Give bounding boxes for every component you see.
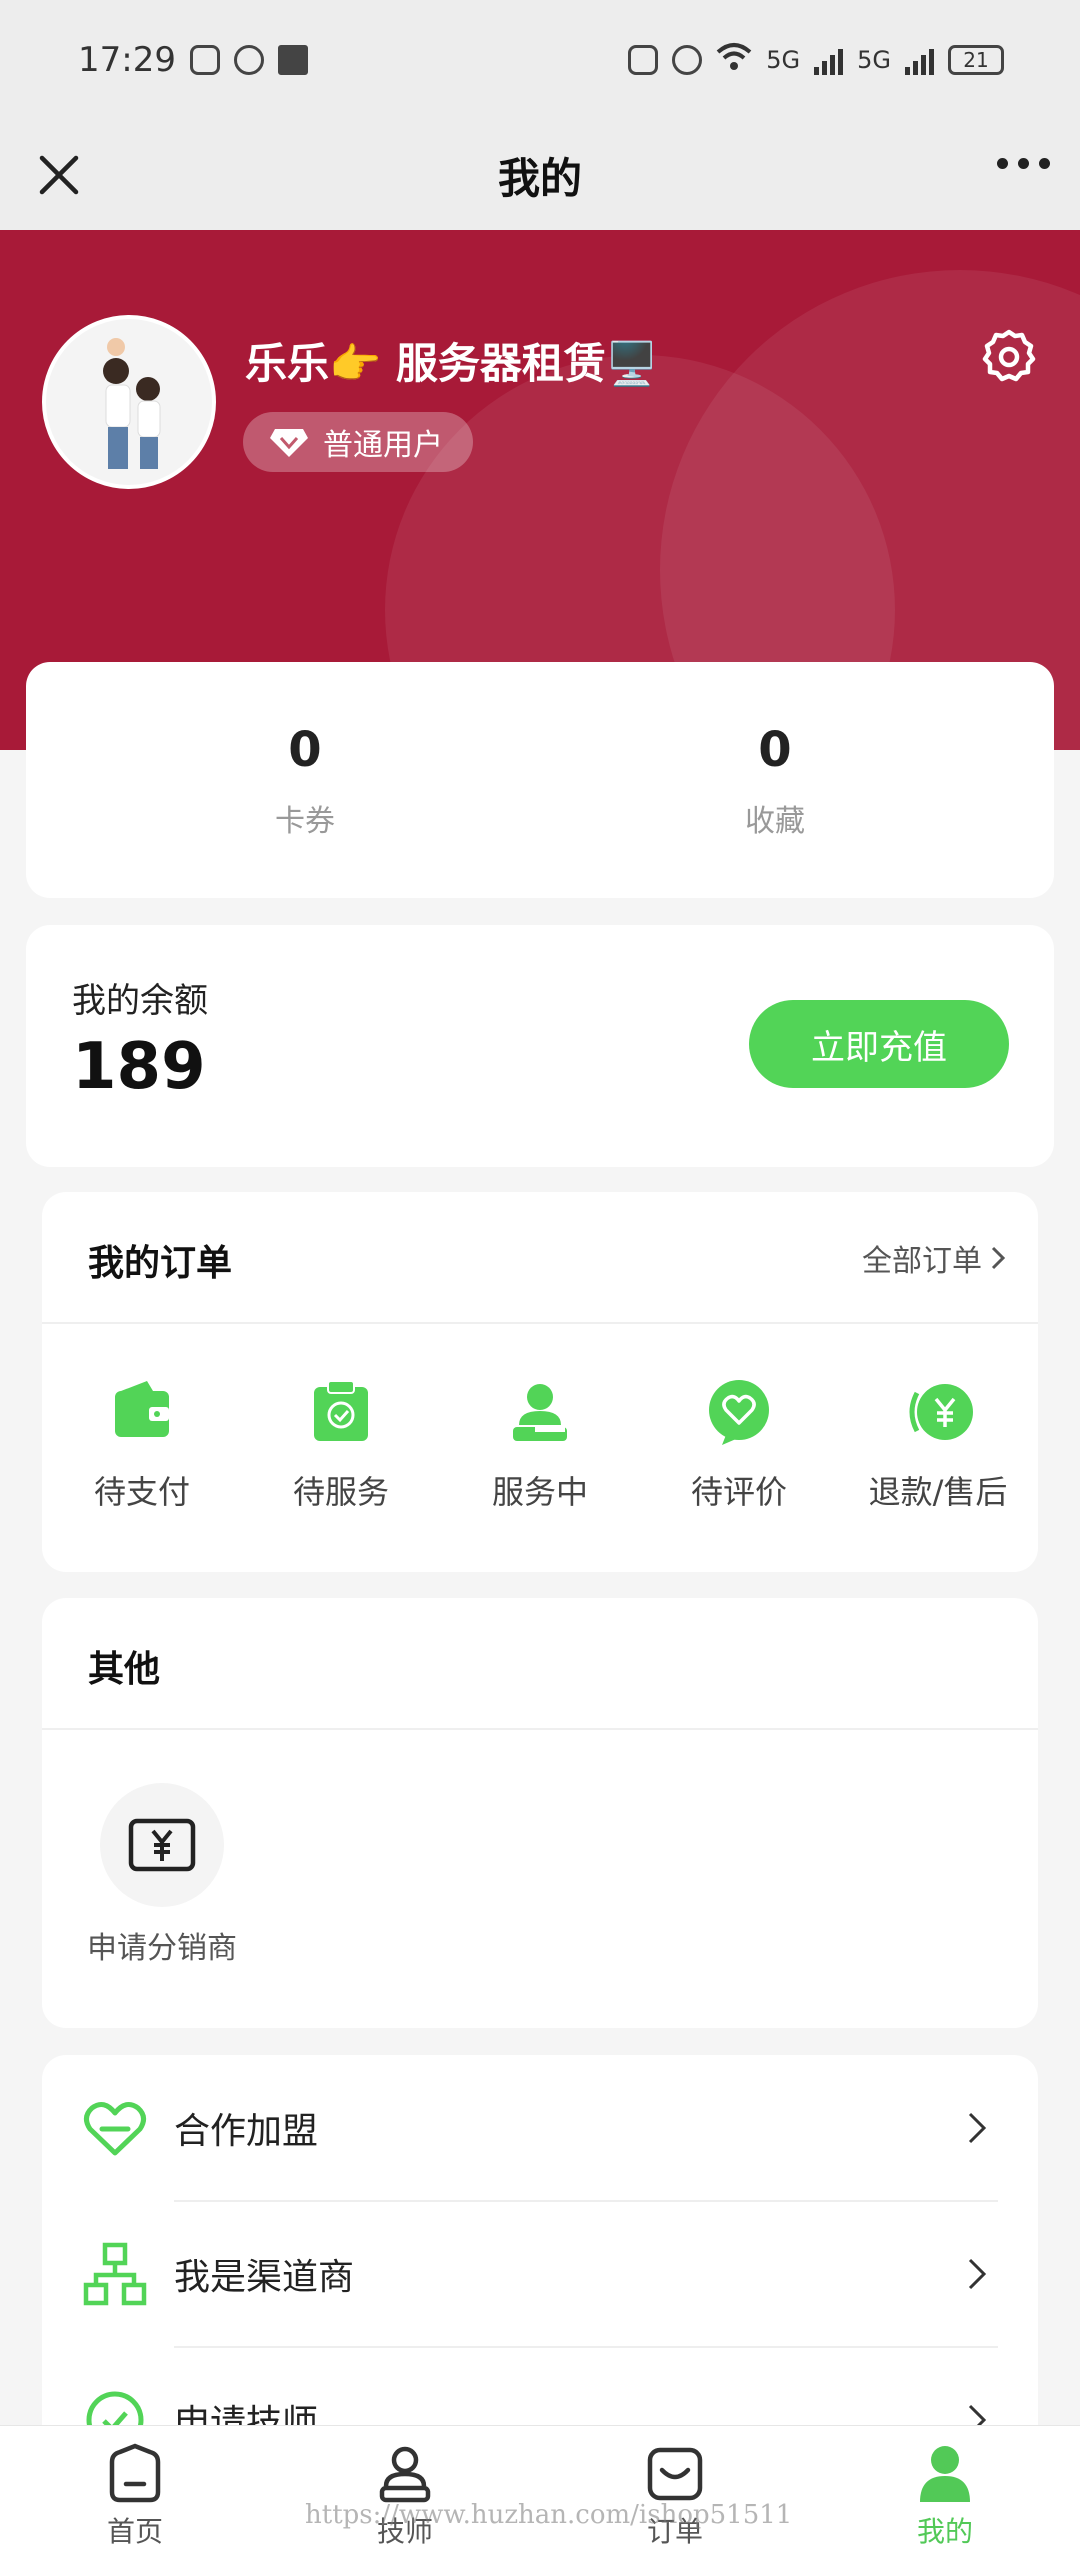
home-icon bbox=[109, 2443, 161, 2503]
divider bbox=[42, 1322, 1038, 1324]
diamond-icon bbox=[270, 429, 308, 457]
recharge-button[interactable]: 立即充值 bbox=[749, 1000, 1009, 1088]
network-type-1: 5G bbox=[766, 46, 801, 74]
user-name: 乐乐👉 服务器租赁🖥️ bbox=[245, 339, 659, 388]
refund-icon bbox=[909, 1384, 973, 1440]
clipboard-check-icon bbox=[314, 1380, 368, 1441]
mail-icon bbox=[277, 45, 308, 75]
order-status-pending-service[interactable]: 待服务 bbox=[241, 1377, 441, 1513]
tab-mine[interactable]: 我的 bbox=[875, 2442, 1015, 2550]
org-chart-icon bbox=[83, 2242, 147, 2306]
others-title: 其他 bbox=[88, 1649, 161, 1690]
coupon-stat[interactable]: 0 卡券 bbox=[205, 722, 405, 840]
balance-card: 我的余额 189 立即充值 bbox=[26, 925, 1054, 1167]
signal-icon-1 bbox=[814, 45, 844, 75]
chevron-right-icon bbox=[991, 1246, 1006, 1270]
order-status-pending-review[interactable]: 待评价 bbox=[639, 1377, 839, 1513]
menu-item-label: 我是渠道商 bbox=[174, 2257, 355, 2298]
battery-icon: 21 bbox=[948, 45, 1004, 75]
order-status-label: 待支付 bbox=[93, 1473, 190, 1511]
balance-value: 189 bbox=[72, 1030, 206, 1104]
close-icon[interactable] bbox=[30, 146, 88, 204]
others-card: 其他 申请分销商 bbox=[42, 1598, 1038, 2028]
icon-wrapper bbox=[100, 1783, 224, 1907]
member-level-badge: 普通用户 bbox=[243, 412, 473, 472]
nav-bar: 我的 bbox=[0, 120, 1080, 230]
coupon-label: 卡券 bbox=[275, 804, 335, 839]
hand-icon bbox=[189, 45, 220, 75]
order-status-in-service[interactable]: 服务中 bbox=[440, 1377, 640, 1513]
tab-label: 首页 bbox=[106, 2515, 163, 2548]
order-status-label: 退款/售后 bbox=[868, 1473, 1008, 1511]
stats-card: 0 卡券 0 收藏 bbox=[26, 662, 1054, 898]
more-icon[interactable] bbox=[997, 158, 1050, 169]
favorite-label: 收藏 bbox=[745, 804, 805, 839]
alarm-icon bbox=[672, 45, 703, 75]
status-time: 17:29 bbox=[78, 40, 176, 80]
status-left: 17:29 bbox=[78, 40, 308, 80]
tab-label: 技师 bbox=[376, 2515, 433, 2548]
member-level-label: 普通用户 bbox=[323, 428, 443, 463]
heart-chat-icon bbox=[709, 1380, 769, 1445]
yuan-box-icon bbox=[128, 1818, 196, 1872]
order-status-label: 服务中 bbox=[491, 1473, 588, 1511]
avatar-image bbox=[46, 319, 212, 485]
tab-home[interactable]: 首页 bbox=[65, 2442, 205, 2550]
person-service-icon bbox=[513, 1384, 567, 1441]
status-right: 5G 5G 21 bbox=[628, 42, 1004, 78]
page-title: 我的 bbox=[497, 153, 582, 203]
chevron-right-icon bbox=[968, 2112, 987, 2144]
balance-label: 我的余额 bbox=[72, 981, 208, 1021]
all-orders-link[interactable]: 全部订单 bbox=[862, 1236, 1008, 1280]
nfc-icon bbox=[628, 45, 659, 75]
order-status-label: 待评价 bbox=[690, 1473, 787, 1511]
orders-card: 我的订单 全部订单 待支付 待服务 服务中 待评价 退款/售后 bbox=[42, 1192, 1038, 1572]
chat-bubble-icon bbox=[233, 45, 264, 75]
tab-orders[interactable]: 订单 bbox=[605, 2442, 745, 2550]
chevron-right-icon bbox=[968, 2258, 987, 2290]
order-status-refund[interactable]: 退款/售后 bbox=[838, 1377, 1038, 1513]
menu-item-label: 合作加盟 bbox=[174, 2111, 319, 2152]
wallet-icon bbox=[115, 1381, 169, 1437]
tab-technician[interactable]: 技师 bbox=[335, 2442, 475, 2550]
network-type-2: 5G bbox=[857, 46, 891, 74]
wifi-icon bbox=[716, 42, 752, 78]
all-orders-label: 全部订单 bbox=[862, 1244, 982, 1279]
avatar[interactable] bbox=[42, 315, 216, 489]
heart-icon bbox=[84, 2101, 146, 2156]
technician-icon bbox=[379, 2446, 431, 2503]
favorite-stat[interactable]: 0 收藏 bbox=[675, 722, 875, 840]
order-bag-icon bbox=[647, 2447, 703, 2501]
signal-icon-2 bbox=[905, 45, 934, 75]
settings-icon[interactable] bbox=[980, 328, 1038, 386]
favorite-count: 0 bbox=[758, 722, 792, 778]
order-status-label: 待服务 bbox=[292, 1473, 389, 1511]
coupon-count: 0 bbox=[288, 722, 322, 778]
order-status-pending-payment[interactable]: 待支付 bbox=[42, 1377, 242, 1513]
battery-level: 21 bbox=[963, 48, 989, 72]
user-icon bbox=[920, 2446, 970, 2502]
tab-bar: 首页 技师 订单 我的 bbox=[0, 2425, 1080, 2560]
apply-distributor-item[interactable]: 申请分销商 bbox=[62, 1783, 262, 1967]
tab-label: 订单 bbox=[646, 2515, 703, 2548]
apply-distributor-label: 申请分销商 bbox=[87, 1931, 237, 1966]
status-bar: 17:29 5G 5G 21 bbox=[0, 0, 1080, 120]
menu-item-join[interactable]: 合作加盟 bbox=[42, 2055, 1038, 2201]
divider bbox=[42, 1728, 1038, 1730]
tab-label: 我的 bbox=[916, 2515, 973, 2548]
menu-item-channel[interactable]: 我是渠道商 bbox=[42, 2201, 1038, 2347]
orders-title: 我的订单 bbox=[88, 1243, 233, 1284]
